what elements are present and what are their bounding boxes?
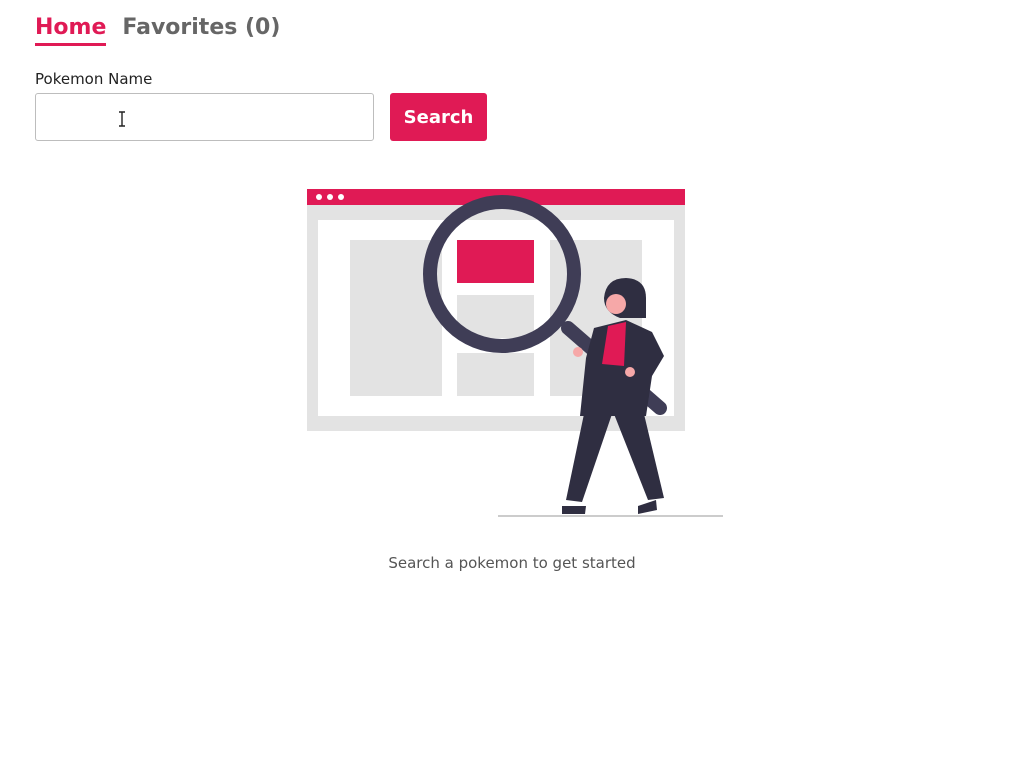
pokemon-name-input[interactable] — [35, 93, 374, 141]
empty-state-message: Search a pokemon to get started — [388, 554, 636, 572]
pokemon-name-label: Pokemon Name — [35, 70, 153, 88]
tab-favorites[interactable]: Favorites (0) — [122, 15, 280, 46]
content-block — [457, 353, 534, 396]
text-cursor-icon — [119, 111, 125, 127]
window-dot-icon — [327, 194, 333, 200]
window-dot-icon — [338, 194, 344, 200]
search-illustration — [307, 189, 723, 517]
window-dot-icon — [316, 194, 322, 200]
search-button[interactable]: Search — [390, 93, 487, 141]
tab-home[interactable]: Home — [35, 15, 107, 46]
nav-tabs: Home Favorites (0) — [35, 15, 280, 46]
content-block-highlight — [457, 240, 534, 283]
